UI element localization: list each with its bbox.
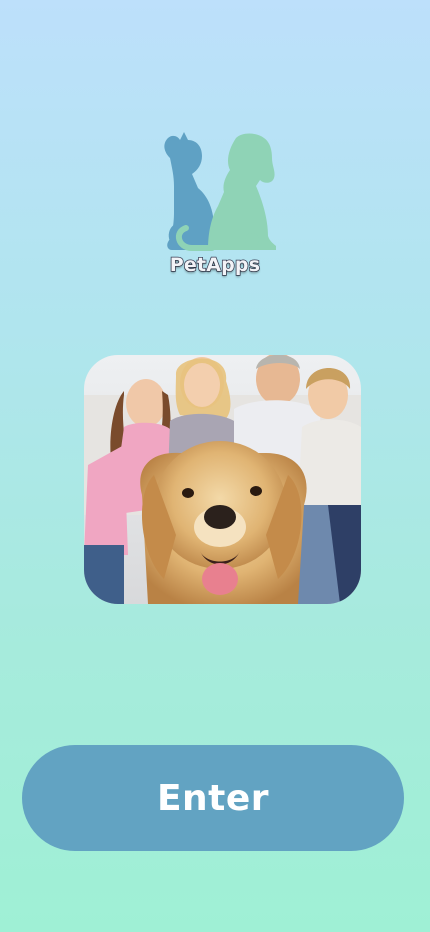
- cat-silhouette: [164, 132, 214, 250]
- family-with-dog-photo: [84, 355, 361, 604]
- enter-button[interactable]: Enter: [22, 745, 404, 851]
- cat-and-dog-silhouette-icon: [164, 132, 276, 251]
- photo-illustration: [84, 355, 361, 604]
- app-name-label: PetApps: [169, 253, 261, 277]
- app-logo: [152, 128, 280, 254]
